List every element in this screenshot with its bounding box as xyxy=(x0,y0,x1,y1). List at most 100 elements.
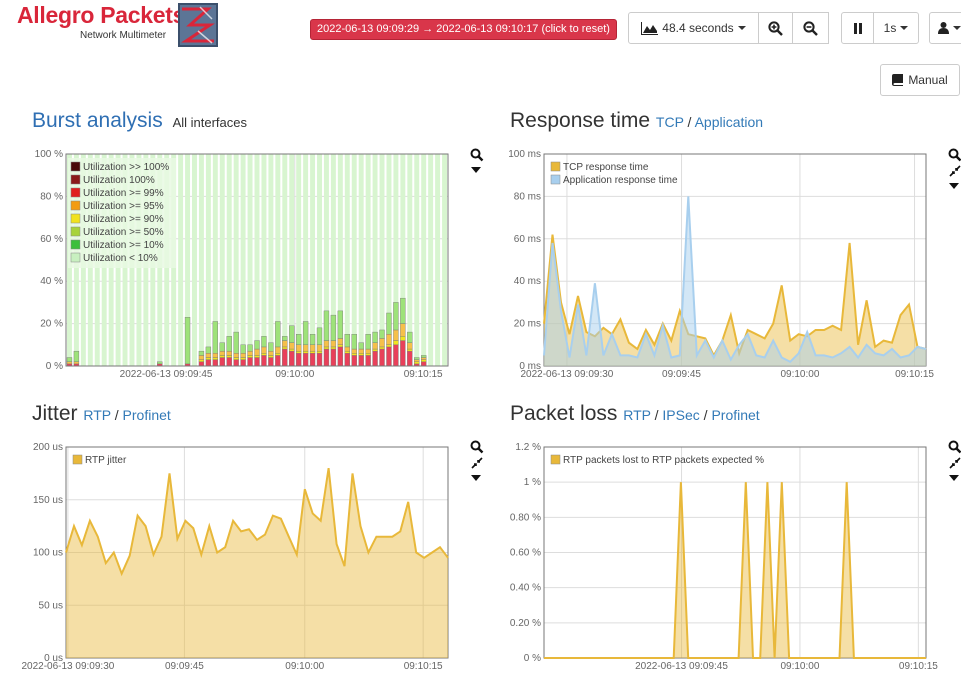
response-link-tcp[interactable]: TCP xyxy=(656,114,684,130)
user-menu-button[interactable] xyxy=(929,12,961,44)
data-bar xyxy=(205,353,212,358)
data-bar xyxy=(205,357,212,360)
jitter-link-profinet[interactable]: Profinet xyxy=(123,407,171,423)
jitter-chart[interactable]: 0 us50 us100 us150 us200 us2022-06-13 09… xyxy=(0,433,480,675)
y-tick-label: 150 us xyxy=(33,495,63,506)
data-bar xyxy=(254,355,260,358)
search-icon[interactable] xyxy=(948,440,961,454)
y-tick-label: 100 us xyxy=(33,548,63,559)
data-bar xyxy=(372,350,378,367)
data-bar xyxy=(414,359,420,362)
y-tick-label: 40 ms xyxy=(514,276,541,287)
data-bar xyxy=(358,342,364,350)
compress-icon[interactable] xyxy=(948,164,961,178)
y-tick-label: 200 us xyxy=(33,442,63,453)
time-window-label: 48.4 seconds xyxy=(662,21,734,35)
y-tick-label: 0.80 % xyxy=(510,512,541,523)
burst-subtitle: All interfaces xyxy=(172,115,247,130)
data-bar xyxy=(289,325,295,343)
response-link-application[interactable]: Application xyxy=(695,114,764,130)
data-bar xyxy=(351,348,357,354)
time-range-reset[interactable]: 2022-06-13 09:09:29 → 2022-06-13 09:10:1… xyxy=(310,19,617,40)
data-bar xyxy=(358,353,364,356)
background-bar xyxy=(247,154,253,366)
data-bar xyxy=(344,333,350,348)
manual-button[interactable]: Manual xyxy=(880,64,960,96)
legend-swatch xyxy=(550,454,561,465)
data-bar xyxy=(296,350,302,354)
time-window-dropdown[interactable]: 48.4 seconds xyxy=(628,12,759,44)
data-bar xyxy=(212,321,218,354)
x-tick-label: 09:09:45 xyxy=(662,369,701,380)
data-bar xyxy=(66,361,73,365)
data-bar xyxy=(379,348,385,367)
y-tick-label: 100 ms xyxy=(508,149,541,160)
data-bar xyxy=(240,357,246,360)
data-bar xyxy=(247,350,253,356)
y-tick-label: 20 ms xyxy=(514,319,541,330)
caret-down-icon[interactable] xyxy=(948,182,960,190)
search-icon[interactable] xyxy=(948,148,961,162)
loss-link-profinet[interactable]: Profinet xyxy=(711,407,759,423)
burst-title: Burst analysis xyxy=(32,109,163,132)
legend-swatch xyxy=(70,174,81,185)
burst-panel-header: Burst analysis All interfaces xyxy=(32,109,247,133)
legend-swatch xyxy=(70,239,81,250)
data-bar xyxy=(337,338,344,346)
response-chart[interactable]: 0 ms20 ms40 ms60 ms80 ms100 ms2022-06-13… xyxy=(478,140,948,390)
loss-link-ipsec[interactable]: IPSec xyxy=(662,407,699,423)
background-bar xyxy=(254,154,260,366)
data-bar xyxy=(212,353,218,358)
data-bar xyxy=(386,344,392,348)
compress-icon[interactable] xyxy=(948,456,961,470)
data-bar xyxy=(275,321,281,348)
data-bar xyxy=(386,312,392,335)
data-bar xyxy=(289,342,295,350)
background-bar xyxy=(414,154,420,366)
pause-icon xyxy=(853,22,862,34)
data-bar xyxy=(233,353,239,358)
data-bar xyxy=(309,353,316,367)
area-chart-icon xyxy=(641,21,659,35)
data-bar xyxy=(337,310,344,339)
loss-link-rtp[interactable]: RTP xyxy=(623,407,651,423)
x-tick-label: 09:10:15 xyxy=(404,369,443,380)
data-bar xyxy=(261,346,267,354)
data-bar xyxy=(268,342,274,352)
zoom-in-button[interactable] xyxy=(758,12,793,44)
legend-label: Utilization >> 100% xyxy=(83,162,169,173)
loss-panel-header: Packet loss RTP / IPSec / Profinet xyxy=(510,402,760,425)
response-panel-header: Response time TCP / Application xyxy=(510,109,764,132)
data-bar xyxy=(282,340,288,348)
legend-label: Utilization < 10% xyxy=(83,253,158,264)
y-tick-label: 50 us xyxy=(39,600,63,611)
caret-down-icon[interactable] xyxy=(948,474,960,482)
caret-down-icon xyxy=(900,26,909,30)
legend-swatch xyxy=(70,200,81,211)
data-bar xyxy=(344,350,350,354)
data-bar xyxy=(219,350,225,356)
data-bar xyxy=(421,361,427,367)
data-bar xyxy=(365,353,371,356)
pause-button[interactable] xyxy=(841,12,874,44)
background-bar xyxy=(282,154,288,366)
data-bar xyxy=(247,344,253,352)
zoom-out-button[interactable] xyxy=(792,12,829,44)
y-tick-label: 0.40 % xyxy=(510,583,541,594)
jitter-link-rtp[interactable]: RTP xyxy=(83,407,111,423)
data-bar xyxy=(73,350,80,362)
caret-down-icon xyxy=(737,26,746,30)
interval-dropdown[interactable]: 1s xyxy=(873,12,919,44)
data-bar xyxy=(309,350,316,354)
burst-chart[interactable]: 0 % 20 % 40 % 60 % 80 % 100 % 2022-06-13 09:09… xyxy=(0,140,480,390)
data-bar xyxy=(365,333,371,350)
loss-chart[interactable]: 0 % 0.20 % 0.40 % 0.60 % 0.80 % 1 % 1.2 % 2022-… xyxy=(478,433,948,675)
data-bar xyxy=(358,355,364,367)
data-bar xyxy=(219,342,225,352)
background-bar xyxy=(421,154,427,366)
data-bar xyxy=(407,342,413,350)
data-bar xyxy=(282,348,288,367)
data-bar xyxy=(198,359,205,362)
data-bar xyxy=(386,346,392,367)
logo-title[interactable]: Allegro Packets xyxy=(17,2,185,29)
